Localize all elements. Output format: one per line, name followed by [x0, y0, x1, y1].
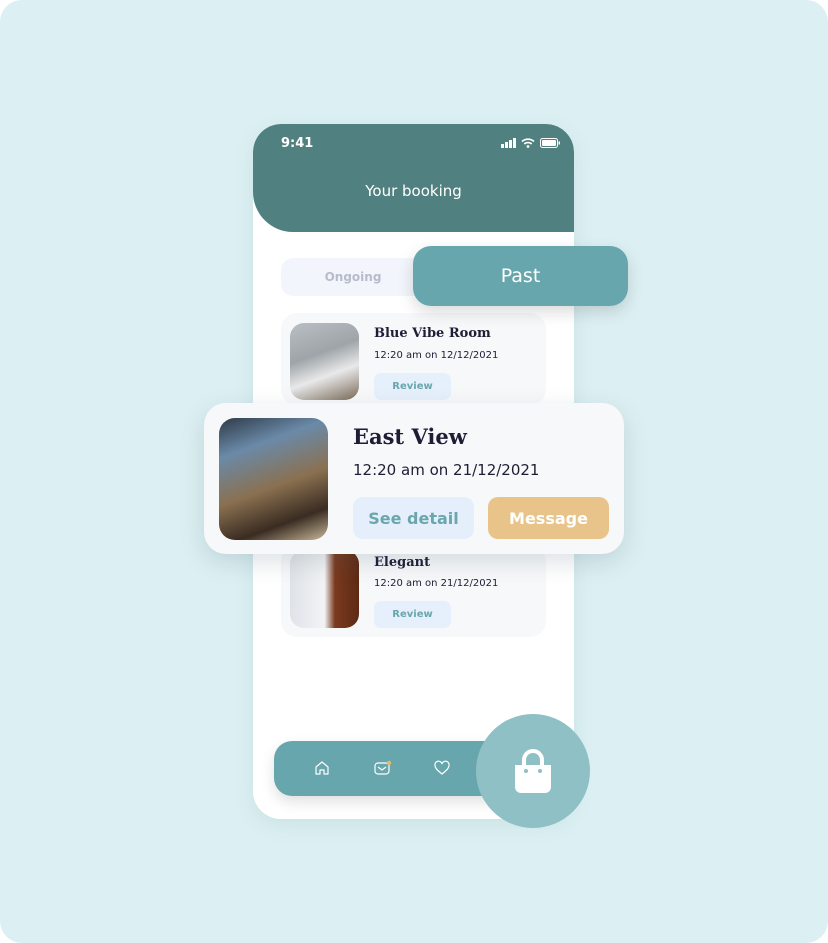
booking-datetime: 12:20 am on 12/12/2021 — [374, 350, 499, 361]
status-time: 9:41 — [281, 136, 314, 151]
tab-past[interactable]: Past — [413, 246, 628, 306]
booking-card-expanded[interactable]: East View 12:20 am on 21/12/2021 See det… — [204, 403, 624, 554]
home-icon[interactable] — [314, 760, 330, 776]
booking-title: East View — [353, 424, 467, 449]
cart-button[interactable] — [476, 714, 590, 828]
booking-datetime: 12:20 am on 21/12/2021 — [374, 578, 499, 589]
booking-datetime: 12:20 am on 21/12/2021 — [353, 461, 540, 479]
signal-icon — [501, 138, 516, 148]
shopping-bag-icon — [515, 749, 551, 793]
room-photo — [290, 550, 359, 628]
wifi-icon — [521, 138, 535, 148]
booking-title: Blue Vibe Room — [374, 326, 491, 341]
header: 9:41 Your booking — [253, 124, 574, 232]
battery-icon — [540, 138, 560, 148]
room-photo — [219, 418, 328, 540]
heart-icon[interactable] — [434, 760, 450, 776]
status-icons — [501, 138, 560, 148]
page-title: Your booking — [365, 182, 462, 200]
review-button[interactable]: Review — [374, 373, 451, 400]
see-detail-button[interactable]: See detail — [353, 497, 474, 539]
room-photo — [290, 323, 359, 400]
booking-title: Elegant — [374, 555, 431, 570]
review-button[interactable]: Review — [374, 601, 451, 628]
booking-card[interactable]: Elegant 12:20 am on 21/12/2021 Review — [281, 545, 546, 637]
mail-icon[interactable] — [374, 760, 392, 776]
tab-ongoing[interactable]: Ongoing — [281, 258, 425, 296]
booking-card[interactable]: Blue Vibe Room 12:20 am on 12/12/2021 Re… — [281, 313, 546, 405]
message-button[interactable]: Message — [488, 497, 609, 539]
